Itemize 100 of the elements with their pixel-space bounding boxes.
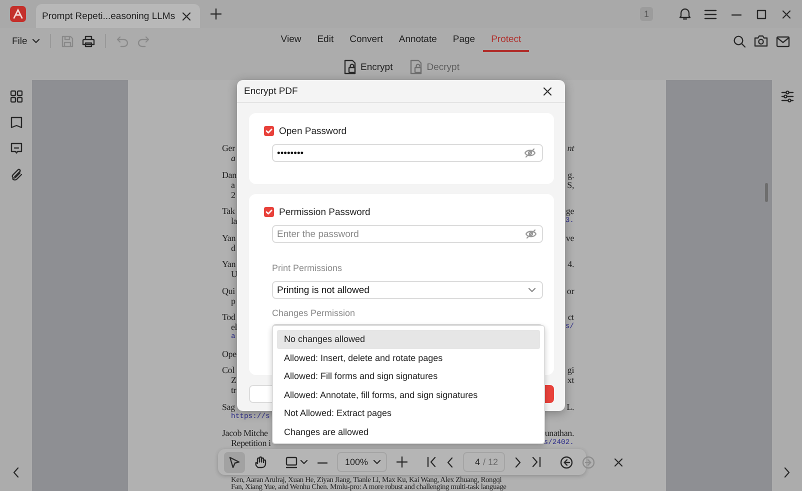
caret-icon	[300, 458, 308, 466]
plus-icon[interactable]	[396, 456, 408, 468]
mail-icon[interactable]	[776, 34, 790, 48]
text-fragment: Col	[222, 365, 234, 375]
page-total: / 12	[483, 457, 498, 467]
dropdown-option[interactable]: No changes allowed	[277, 330, 540, 348]
text-fragment: Z	[231, 375, 236, 385]
chevron-left-icon[interactable]	[446, 456, 454, 468]
caret-icon	[373, 458, 382, 466]
text-fragment: Yan	[222, 232, 236, 242]
caret-icon	[32, 37, 40, 45]
text-fragment: xt	[567, 375, 574, 385]
text-fragment: Ope	[222, 348, 236, 358]
text-fragment: unathan.	[544, 428, 574, 438]
unlocked-file-icon	[408, 59, 423, 75]
bookmark-icon[interactable]	[10, 116, 22, 129]
dialog-title: Encrypt PDF	[244, 86, 298, 96]
chevron-right-icon[interactable]	[783, 467, 791, 478]
comment-icon[interactable]	[10, 142, 22, 155]
scrollbar-thumb[interactable]	[765, 183, 768, 202]
password-field[interactable]: Enter the password	[272, 225, 543, 243]
text-fragment: S,	[567, 180, 574, 190]
close-icon[interactable]	[781, 8, 792, 20]
app-logo-icon	[10, 6, 26, 22]
text-fragment: 4.	[568, 259, 574, 269]
chevron-left-icon[interactable]	[12, 467, 20, 478]
menu-tab[interactable]: Edit	[309, 30, 342, 52]
dropdown-option[interactable]: Allowed: Insert, delete and rotate pages	[277, 348, 540, 367]
sliders-icon[interactable]	[780, 90, 794, 103]
printer-icon[interactable]	[82, 34, 96, 48]
text-fragment: or	[566, 286, 574, 296]
first-page-icon[interactable]	[426, 456, 438, 468]
menu-tab[interactable]: Page	[444, 30, 484, 52]
text-fragment: la	[231, 216, 238, 226]
zoom-field[interactable]: 100%	[337, 452, 388, 472]
eye-slash-icon[interactable]	[525, 228, 537, 240]
checkbox-checked-icon[interactable]	[264, 207, 274, 217]
text-fragment: ge	[566, 206, 574, 216]
thumbnails-icon[interactable]	[10, 90, 22, 103]
locked-file-icon	[342, 59, 357, 75]
menu-tab[interactable]: View	[272, 30, 310, 52]
text-fragment: Ger	[222, 143, 235, 153]
last-page-icon[interactable]	[531, 456, 542, 468]
view-mode-button[interactable]	[285, 456, 308, 468]
new-tab-icon[interactable]	[210, 8, 222, 20]
text-fragment: el	[231, 322, 238, 332]
text-fragment: gi	[567, 365, 574, 375]
text-fragment: Yan	[222, 259, 236, 269]
text-fragment: Sag	[222, 402, 235, 412]
checkbox-label: Permission Password	[279, 206, 370, 218]
menu-icon[interactable]	[704, 8, 717, 20]
encrypt-button[interactable]: Encrypt	[342, 59, 393, 75]
field-label: Print Permissions	[272, 263, 344, 273]
print-permissions-select[interactable]: Printing is not allowed	[272, 281, 543, 299]
text-fragment: ct	[568, 312, 574, 322]
text-fragment: Qui	[222, 286, 235, 296]
camera-icon[interactable]	[754, 34, 768, 48]
text-fragment: Tak	[222, 206, 235, 216]
menu-tab[interactable]: Convert	[342, 30, 391, 52]
dropdown-option[interactable]: Not Allowed: Extract pages	[277, 404, 540, 422]
bell-icon[interactable]	[678, 7, 692, 21]
paperclip-icon[interactable]	[10, 168, 22, 181]
chevron-down-icon	[528, 286, 536, 294]
menu-tab[interactable]: Annotate	[390, 30, 445, 52]
maximize-icon[interactable]	[756, 8, 767, 20]
text-fragment: a	[231, 153, 236, 163]
field-label: Changes Permission	[272, 308, 356, 318]
close-icon[interactable]	[542, 86, 553, 96]
checkbox-checked-icon[interactable]	[264, 126, 274, 136]
back-circle-icon[interactable]	[560, 456, 574, 468]
dropdown-option[interactable]: Changes are allowed	[277, 422, 540, 441]
text-fragment: L.	[566, 402, 574, 412]
pointer-icon[interactable]	[224, 452, 245, 472]
text-fragment: ve	[566, 232, 574, 242]
text-fragment: a	[231, 180, 235, 190]
close-icon[interactable]	[613, 456, 624, 468]
text-fragment: d	[231, 242, 236, 252]
chevron-right-icon[interactable]	[514, 456, 522, 468]
text-fragment: Tod	[222, 312, 236, 322]
close-icon[interactable]	[181, 10, 192, 22]
text-fragment: Jacob Mitche	[222, 428, 268, 438]
text-fragment: nt	[567, 143, 574, 153]
monitor-icon	[285, 456, 298, 468]
text-fragment: 2	[231, 190, 236, 200]
document-tab[interactable]: Prompt Repeti...easoning LLMs	[36, 4, 200, 28]
eye-slash-icon[interactable]	[524, 147, 536, 159]
text-fragment: Repetition i	[231, 438, 271, 448]
text-fragment: U	[231, 269, 238, 279]
file-menu[interactable]: File	[12, 36, 40, 46]
dropdown-option[interactable]: Allowed: Fill forms and sign signatures	[277, 367, 540, 386]
tab-title: Prompt Repeti...easoning LLMs	[42, 10, 176, 22]
text-fragment: p	[231, 296, 236, 306]
search-icon[interactable]	[733, 34, 746, 48]
dropdown-option[interactable]: Allowed: Annotate, fill forms, and sign signatures	[277, 386, 540, 404]
checkbox-label: Open Password	[279, 126, 347, 136]
page-field[interactable]: 4 / 12	[463, 452, 506, 472]
hand-icon[interactable]	[254, 456, 267, 468]
text-fragment: tr	[231, 385, 236, 395]
text-fragment: Dan	[222, 170, 236, 180]
password-field[interactable]: ••••••••	[272, 144, 543, 162]
